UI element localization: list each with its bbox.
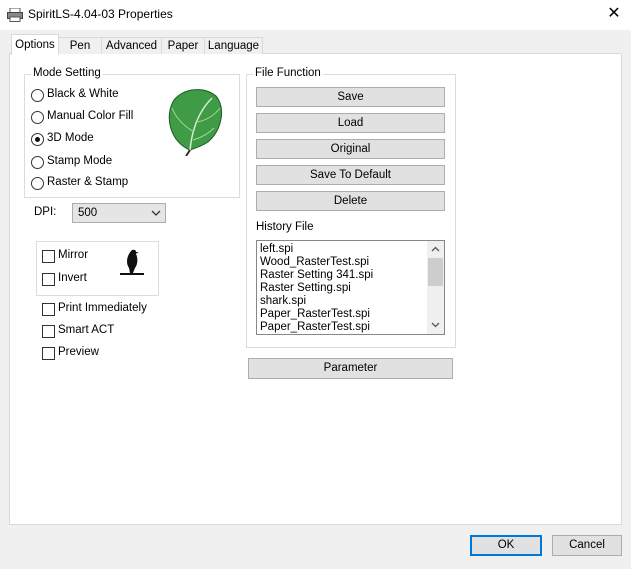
list-item[interactable]: left.spi bbox=[260, 243, 293, 256]
load-button[interactable]: Load bbox=[256, 113, 445, 133]
leaf-icon bbox=[168, 89, 223, 156]
invert-label: Invert bbox=[58, 272, 87, 284]
dpi-label: DPI: bbox=[34, 206, 57, 218]
smart-act-label: Smart ACT bbox=[58, 324, 115, 336]
mirror-label: Mirror bbox=[58, 249, 89, 261]
radio-raster-stamp-label: Raster & Stamp bbox=[47, 176, 129, 188]
preview-checkbox[interactable] bbox=[42, 347, 55, 360]
list-item[interactable]: Paper_RasterTest.spi bbox=[260, 321, 370, 334]
history-file-list[interactable]: left.spi Wood_RasterTest.spi Raster Sett… bbox=[256, 240, 445, 335]
tab-paper[interactable]: Paper bbox=[161, 37, 205, 54]
radio-3d-mode-label: 3D Mode bbox=[47, 132, 94, 144]
chevron-down-icon[interactable] bbox=[431, 322, 440, 328]
parameter-button[interactable]: Parameter bbox=[248, 358, 453, 379]
save-to-default-button[interactable]: Save To Default bbox=[256, 165, 445, 185]
radio-3d-mode[interactable] bbox=[31, 133, 44, 146]
bird-icon bbox=[120, 249, 144, 275]
radio-black-white-label: Black & White bbox=[47, 88, 119, 100]
printer-icon bbox=[7, 8, 23, 22]
list-item[interactable]: Paper_RasterTest.spi bbox=[260, 308, 370, 321]
print-immediately-label: Print Immediately bbox=[58, 302, 147, 314]
history-file-label: History File bbox=[256, 221, 314, 233]
list-item[interactable]: Raster Setting 341.spi bbox=[260, 269, 373, 282]
save-button[interactable]: Save bbox=[256, 87, 445, 107]
original-button[interactable]: Original bbox=[256, 139, 445, 159]
scrollbar-thumb[interactable] bbox=[428, 258, 443, 286]
tab-options[interactable]: Options bbox=[11, 34, 59, 55]
mode-setting-label: Mode Setting bbox=[31, 67, 103, 79]
title-bar: SpiritLS-4.04-03 Properties ✕ bbox=[0, 0, 631, 30]
radio-manual-color-fill[interactable] bbox=[31, 111, 44, 124]
dpi-select[interactable]: 500 bbox=[72, 203, 166, 223]
radio-raster-stamp[interactable] bbox=[31, 177, 44, 190]
tab-advanced[interactable]: Advanced bbox=[101, 37, 162, 54]
tab-language[interactable]: Language bbox=[204, 37, 263, 54]
window-title: SpiritLS-4.04-03 Properties bbox=[28, 7, 173, 21]
tab-pen[interactable]: Pen bbox=[58, 37, 102, 54]
dpi-value: 500 bbox=[78, 207, 98, 219]
smart-act-checkbox[interactable] bbox=[42, 325, 55, 338]
radio-stamp-mode[interactable] bbox=[31, 156, 44, 169]
radio-stamp-mode-label: Stamp Mode bbox=[47, 155, 113, 167]
print-immediately-checkbox[interactable] bbox=[42, 303, 55, 316]
list-item[interactable]: shark.spi bbox=[260, 295, 306, 308]
close-icon[interactable]: ✕ bbox=[603, 4, 625, 24]
cancel-button[interactable]: Cancel bbox=[552, 535, 622, 556]
list-scrollbar[interactable] bbox=[427, 241, 444, 334]
file-function-label: File Function bbox=[253, 67, 323, 79]
mirror-checkbox[interactable] bbox=[42, 250, 55, 263]
delete-button[interactable]: Delete bbox=[256, 191, 445, 211]
radio-black-white[interactable] bbox=[31, 89, 44, 102]
radio-manual-color-fill-label: Manual Color Fill bbox=[47, 110, 134, 122]
list-item[interactable]: Raster Setting.spi bbox=[260, 282, 351, 295]
chevron-down-icon bbox=[151, 210, 161, 216]
ok-button[interactable]: OK bbox=[470, 535, 542, 556]
preview-label: Preview bbox=[58, 346, 99, 358]
list-item[interactable]: Wood_RasterTest.spi bbox=[260, 256, 369, 269]
invert-checkbox[interactable] bbox=[42, 273, 55, 286]
chevron-up-icon[interactable] bbox=[431, 246, 440, 252]
